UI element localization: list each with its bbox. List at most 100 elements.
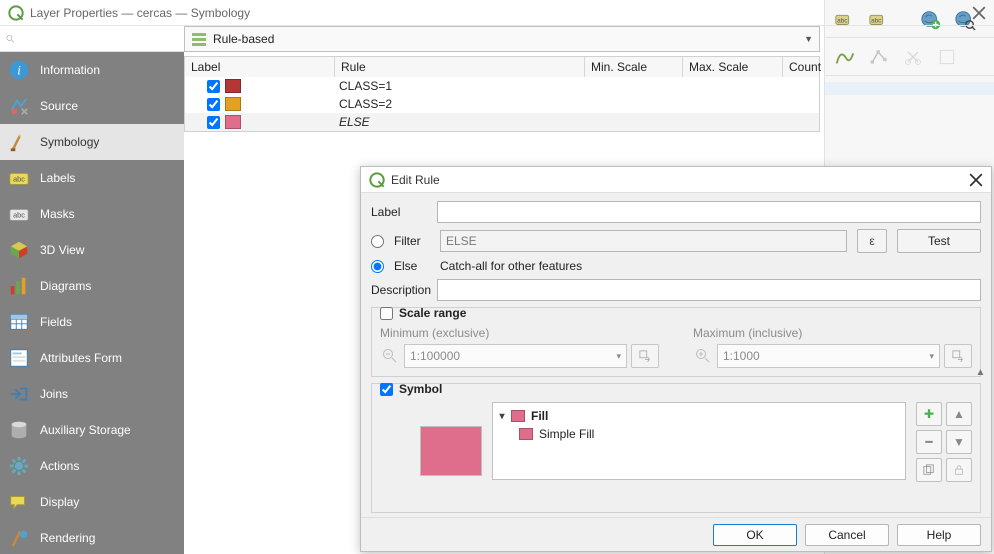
dialog-title: Edit Rule: [391, 173, 963, 187]
svg-text:i: i: [17, 64, 21, 78]
filter-label: Filter: [394, 234, 430, 248]
rule-expression: ELSE: [339, 115, 370, 129]
col-maxscale[interactable]: Max. Scale: [683, 57, 783, 77]
sidebar-item-joins[interactable]: Joins: [0, 376, 184, 412]
col-rule[interactable]: Rule: [335, 57, 585, 77]
node-tool-icon[interactable]: [867, 45, 891, 69]
col-label[interactable]: Label: [185, 57, 335, 77]
else-radio[interactable]: [371, 260, 384, 273]
dialog-button-bar: OK Cancel Help: [361, 517, 991, 551]
scroll-up-icon[interactable]: ▲: [972, 365, 989, 379]
renderer-mode-label: Rule-based: [213, 32, 274, 46]
misc-tool-icon[interactable]: [935, 45, 959, 69]
sidebar-item-labels[interactable]: abc Labels: [0, 160, 184, 196]
dialog-titlebar: Edit Rule: [361, 167, 991, 193]
freehand-icon[interactable]: [833, 45, 857, 69]
source-icon: [8, 95, 30, 117]
col-minscale[interactable]: Min. Scale: [585, 57, 683, 77]
expression-builder-button[interactable]: ε: [857, 229, 887, 253]
table-row[interactable]: CLASS=2: [185, 95, 819, 113]
description-field[interactable]: [437, 279, 981, 301]
sidebar-item-label: Attributes Form: [40, 351, 122, 365]
lock-symbol-button[interactable]: [946, 458, 972, 482]
ok-button[interactable]: OK: [713, 524, 797, 546]
sidebar-search[interactable]: [0, 26, 184, 52]
window-title: Layer Properties — cercas — Symbology: [30, 6, 966, 20]
rule-visible-checkbox[interactable]: [207, 116, 220, 129]
table-row[interactable]: CLASS=1: [185, 77, 819, 95]
sidebar-item-symbology[interactable]: Symbology: [0, 124, 184, 160]
rule-swatch: [225, 97, 241, 111]
qgis-icon: [369, 172, 385, 188]
scale-range-group: Scale range Minimum (exclusive) 1:100000…: [371, 307, 981, 377]
symbol-header: Symbol: [399, 382, 442, 396]
zoom-out-icon: [380, 346, 400, 366]
rule-swatch: [225, 79, 241, 93]
min-scale-dropdown[interactable]: 1:100000▾: [404, 344, 627, 368]
remove-symbol-button[interactable]: ━: [916, 430, 942, 454]
symbol-group: Symbol ▾ Fill Simple Fill ✚ ▲ ━ ▼: [371, 383, 981, 513]
filter-radio[interactable]: [371, 235, 384, 248]
sidebar-item-masks[interactable]: abc Masks: [0, 196, 184, 232]
scale-range-checkbox[interactable]: [380, 307, 393, 320]
renderer-mode-dropdown[interactable]: Rule-based ▼: [184, 26, 820, 52]
max-scale-dropdown[interactable]: 1:1000▾: [717, 344, 940, 368]
tree-row[interactable]: Simple Fill: [497, 425, 901, 443]
qgis-icon: [8, 5, 24, 21]
cube-icon: [8, 239, 30, 261]
filter-field: [440, 230, 847, 252]
window-titlebar: Layer Properties — cercas — Symbology: [0, 0, 994, 26]
sidebar-item-display[interactable]: Display: [0, 484, 184, 520]
sidebar-item-label: Joins: [40, 387, 68, 401]
cut-icon[interactable]: [901, 45, 925, 69]
tree-item-label: Simple Fill: [539, 427, 594, 441]
cancel-button[interactable]: Cancel: [805, 524, 889, 546]
rule-visible-checkbox[interactable]: [207, 98, 220, 111]
max-scale-action-button[interactable]: [944, 344, 972, 368]
else-label: Else: [394, 259, 430, 273]
add-symbol-button[interactable]: ✚: [916, 402, 942, 426]
sidebar-item-information[interactable]: i Information: [0, 52, 184, 88]
sidebar-item-actions[interactable]: Actions: [0, 448, 184, 484]
max-scale-label: Maximum (inclusive): [693, 326, 972, 340]
tree-row[interactable]: ▾ Fill: [497, 407, 901, 425]
rules-table[interactable]: Label Rule Min. Scale Max. Scale Count C…: [184, 56, 820, 132]
sidebar-item-label: Auxiliary Storage: [40, 423, 131, 437]
sidebar-item-source[interactable]: Source: [0, 88, 184, 124]
sidebar-item-diagrams[interactable]: Diagrams: [0, 268, 184, 304]
test-button[interactable]: Test: [897, 229, 981, 253]
information-icon: i: [8, 59, 30, 81]
duplicate-symbol-button[interactable]: [916, 458, 942, 482]
sidebar-item-auxiliary-storage[interactable]: Auxiliary Storage: [0, 412, 184, 448]
min-scale-action-button[interactable]: [631, 344, 659, 368]
sidebar-search-input[interactable]: [19, 31, 178, 47]
symbol-checkbox[interactable]: [380, 383, 393, 396]
move-up-button[interactable]: ▲: [946, 402, 972, 426]
diagrams-icon: [8, 275, 30, 297]
sidebar-item-label: Masks: [40, 207, 75, 221]
tree-expand-icon[interactable]: ▾: [497, 411, 507, 422]
fields-icon: [8, 311, 30, 333]
chevron-down-icon: ▼: [804, 34, 813, 44]
sidebar-item-attributes-form[interactable]: Attributes Form: [0, 340, 184, 376]
scale-range-header: Scale range: [399, 306, 466, 320]
sidebar-item-label: Fields: [40, 315, 72, 329]
symbol-tree[interactable]: ▾ Fill Simple Fill: [492, 402, 906, 480]
rulebased-icon: [191, 31, 207, 47]
help-button[interactable]: Help: [897, 524, 981, 546]
close-icon[interactable]: [972, 6, 986, 20]
rule-swatch: [225, 115, 241, 129]
tree-item-label: Fill: [531, 409, 548, 423]
rule-visible-checkbox[interactable]: [207, 80, 220, 93]
label-field[interactable]: [437, 201, 981, 223]
storage-icon: [8, 419, 30, 441]
sidebar-item-fields[interactable]: Fields: [0, 304, 184, 340]
form-icon: [8, 347, 30, 369]
tree-swatch: [511, 410, 525, 422]
sidebar-item-3dview[interactable]: 3D View: [0, 232, 184, 268]
sidebar-item-rendering[interactable]: Rendering: [0, 520, 184, 554]
table-row[interactable]: ELSE: [185, 113, 819, 131]
col-count[interactable]: Count: [783, 57, 827, 77]
close-icon[interactable]: [969, 173, 983, 187]
move-down-button[interactable]: ▼: [946, 430, 972, 454]
